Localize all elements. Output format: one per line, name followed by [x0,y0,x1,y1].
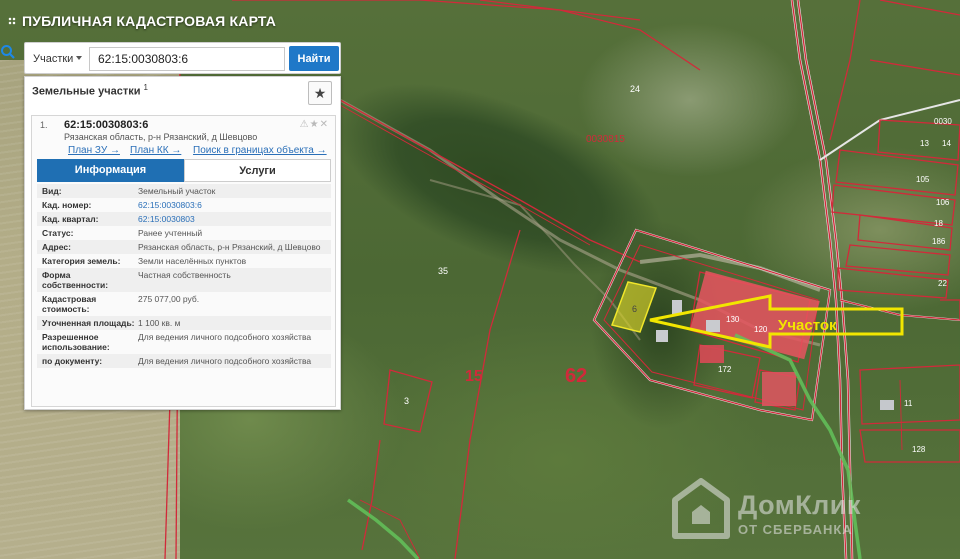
app-title: ПУБЛИЧНАЯ КАДАСТРОВАЯ КАРТА [8,13,276,29]
annotation-label: Участок [778,317,837,334]
search-icon[interactable] [0,44,20,72]
parcel-label-15: 15 [465,368,483,385]
info-row-permitted-use: Разрешенное использование: Для ведения ли… [37,330,331,354]
info-row-by-document: по документу: Для ведения личного подсобн… [37,354,331,368]
search-button[interactable]: Найти [289,46,339,71]
tab-services[interactable]: Услуги [184,159,331,182]
panel-title: Земельные участки 1 [32,83,148,98]
info-row-type: Вид: Земельный участок [37,184,331,198]
result-tabs: Информация Услуги [37,159,331,182]
info-row-cad-number: Кад. номер: 62:15:0030803:6 [37,198,331,212]
info-key: Уточненная площадь: [42,318,135,328]
result-actions: ⚠★✕ [300,119,329,130]
info-value: Ранее учтенный [138,228,203,238]
link-search-in-bounds[interactable]: Поиск в границах объекта → [193,145,327,156]
info-value-link[interactable]: 62:15:0030803 [138,214,201,224]
info-value: Земли населённых пунктов [138,256,247,266]
info-value: Земельный участок [138,186,216,196]
info-key: Кадастровая стоимость: [42,294,97,314]
parcel-label-120: 120 [754,325,768,334]
tab-information[interactable]: Информация [37,159,184,182]
parcel-label-6: 6 [632,304,637,314]
map-green-line-2 [346,498,420,559]
parcel-label-11: 11 [904,399,913,408]
info-key: Вид: [42,186,62,196]
info-row-land-category: Категория земель: Земли населённых пункто… [37,254,331,268]
app-logo-icon [8,17,16,25]
result-card[interactable]: 1. 62:15:0030803:6 Рязанская область, р-… [31,115,336,407]
info-key: Адрес: [42,242,71,252]
star-outline-icon[interactable]: ★ [310,119,320,130]
search-bar: Участки Найти [24,42,341,74]
info-value: Частная собственность [138,270,231,280]
warning-icon[interactable]: ⚠ [300,119,310,130]
info-value: Для ведения личного подсобного хозяйства [138,332,312,342]
parcel-label-105: 105 [916,175,930,184]
info-key: Категория земель: [42,256,121,266]
app-title-text: ПУБЛИЧНАЯ КАДАСТРОВАЯ КАРТА [22,13,277,29]
info-row-cad-quarter: Кад. квартал: 62:15:0030803 [37,212,331,226]
info-row-address: Адрес: Рязанская область, р-н Рязанский, … [37,240,331,254]
map-parcel-labels: 0030815 24 35 3 6 130 120 172 13 0030 14… [404,84,952,454]
link-plan-zu[interactable]: План ЗУ → [68,145,120,156]
map-road [429,179,641,341]
parcel-label-14: 14 [942,139,951,148]
parcel-label-106: 106 [936,198,950,207]
parcel-label-24: 24 [630,84,640,94]
domclick-watermark: ДомКлик ОТ СБЕРБАНКА [672,476,892,546]
info-table: Вид: Земельный участок Кад. номер: 62:15:0… [37,184,331,368]
search-type-label: Участки [33,53,74,65]
results-count: 1 [143,83,148,92]
favorite-star-button[interactable]: ★ [308,81,332,105]
result-cadastral-number: 62:15:0030803:6 [64,119,149,131]
parcel-label-186: 186 [932,237,946,246]
result-address: Рязанская область, р-н Рязанский, д Шевц… [64,132,258,142]
info-key: Статус: [42,228,74,238]
star-icon: ★ [313,85,327,101]
close-icon[interactable]: ✕ [320,119,329,130]
info-value: 1 100 кв. м [138,318,181,328]
parcel-label-128: 128 [912,445,926,454]
info-row-status: Статус: Ранее учтенный [37,226,331,240]
parcel-label-62: 62 [565,365,587,387]
info-key: Форма собственности: [42,270,109,290]
info-key: Кад. квартал: [42,214,99,224]
info-key: Кад. номер: [42,200,92,210]
result-index: 1. [40,120,48,130]
search-type-dropdown[interactable]: Участки [29,48,89,70]
watermark-brand: ДомКлик [738,490,861,520]
info-row-cadastral-value: Кадастровая стоимость: 275 077,00 руб. [37,292,331,316]
info-value: Рязанская область, р-н Рязанский, д Шевц… [138,242,321,252]
parcel-label-22: 22 [938,279,947,288]
link-plan-kk[interactable]: План КК → [130,145,181,156]
parcel-label-35: 35 [438,266,448,276]
parcel-label-13: 13 [920,139,929,148]
watermark-sub: ОТ СБЕРБАНКА [738,522,853,537]
info-key: Разрешенное использование: [42,332,110,352]
domclick-logo-icon [672,478,730,539]
quarter-label: 0030815 [586,134,625,145]
info-value-link[interactable]: 62:15:0030803:6 [138,200,208,210]
parcel-label-172: 172 [718,365,732,374]
info-value: 275 077,00 руб. [138,294,200,304]
parcel-label-3: 3 [404,396,409,406]
panel-title-text: Земельные участки [32,85,141,98]
parcel-label-18: 18 [934,219,943,228]
parcel-label-130: 130 [726,315,740,324]
results-panel: Земельные участки 1 ★ 1. 62:15:0030803:6… [24,76,341,410]
chevron-down-icon [76,56,83,60]
info-key: по документу: [42,356,103,366]
info-row-ownership: Форма собственности: Частная собственност… [37,268,331,292]
parcel-label-0030: 0030 [934,117,952,126]
info-value: Для ведения личного подсобного хозяйства [138,356,312,366]
info-row-area: Уточненная площадь: 1 100 кв. м [37,316,331,330]
search-input[interactable] [89,47,285,71]
